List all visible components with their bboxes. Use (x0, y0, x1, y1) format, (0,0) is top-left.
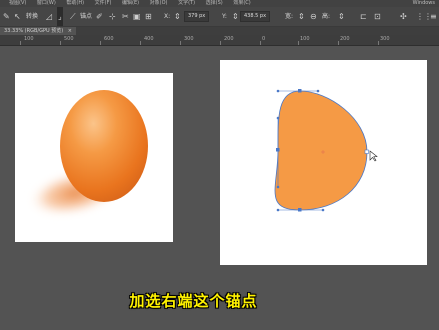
transform-label: 转换 (26, 13, 39, 20)
convert-corner-icon[interactable]: ⌟ (57, 7, 63, 26)
menu-item[interactable]: 选择(S) (206, 0, 223, 7)
egg-reference-image (27, 90, 148, 217)
x-field[interactable]: 379 px (184, 11, 210, 22)
document-tab-bar: 33.33% (RGB/GPU 预览) × (0, 27, 439, 35)
cursor-icon (369, 150, 378, 162)
ruler-tick-label: 100 (300, 36, 310, 42)
connect-icon[interactable]: ⊹ (109, 7, 116, 26)
workspace-label: Windows (412, 0, 435, 6)
anchor-label: 锚点 (80, 13, 93, 20)
reference-artboard[interactable] (15, 73, 173, 242)
ruler-tick-label: 300 (184, 36, 194, 42)
menu-item[interactable]: 对象(O) (150, 0, 168, 7)
remove-anchor-icon[interactable]: ✐ (96, 7, 103, 26)
ruler-tick-label: 500 (64, 36, 74, 42)
ruler-tick-label: 200 (224, 36, 234, 42)
y-label: Y: (222, 13, 227, 20)
handle-icon[interactable]: ⟋ (70, 7, 76, 26)
anchor-point-top (298, 89, 302, 93)
ruler-tick-label: 0 (262, 36, 266, 42)
ruler-tick-label: 200 (340, 36, 350, 42)
transform-icon[interactable]: ✣ (400, 7, 407, 26)
width-label: 宽: (285, 13, 294, 20)
ruler-tick-label: 100 (24, 36, 34, 42)
document-tab-label: 33.33% (RGB/GPU 预览) (4, 28, 64, 34)
menu-item[interactable]: 窗口(W) (37, 0, 56, 7)
mask-icon[interactable]: ▣ (133, 7, 141, 26)
height-label: 高: (322, 13, 331, 20)
menu-item[interactable]: 效果(C) (233, 0, 250, 7)
ruler-tick-label: 300 (380, 36, 390, 42)
y-field[interactable]: 438.5 px (240, 11, 271, 22)
x-label: X: (164, 13, 171, 20)
x-stepper-icon[interactable]: ⇕ (174, 7, 181, 26)
align-icon[interactable]: ⊞ (145, 7, 152, 26)
menu-item[interactable]: 视图(V) (9, 0, 26, 7)
anchor-point-bottom (298, 208, 302, 212)
close-icon[interactable]: × (68, 28, 72, 34)
options-bar: ✎ ↖ 转换 ◿ ⌟ ⟋ 锚点 ✐ ⊹ ✂ ▣ ⊞ X: ⇕ 379 px Y:… (0, 7, 439, 27)
horizontal-ruler: 100 500 600 400 300 200 0 100 200 300 (0, 35, 439, 46)
path-icon[interactable]: ✎ (3, 7, 10, 26)
egg-path-drawing (274, 89, 378, 212)
video-subtitle: 加选右端这个锚点 (129, 292, 258, 310)
menu-bar: 视图(V) 窗口(W) 帮助(H) 文件(F) 编辑(E) 对象(O) 文字(T… (0, 0, 439, 7)
anchor-point-right (364, 149, 369, 154)
isolate-icon[interactable]: ⊡ (374, 7, 381, 26)
menu-item[interactable]: 文字(T) (178, 0, 195, 7)
menu-item[interactable]: 编辑(E) (122, 0, 139, 7)
ruler-tick-label: 400 (144, 36, 154, 42)
egg-path (274, 90, 368, 211)
convert-smooth-icon[interactable]: ◿ (46, 7, 52, 26)
width-stepper-icon[interactable]: ⇕ (298, 7, 305, 26)
cut-path-icon[interactable]: ✂ (122, 7, 129, 26)
menu-icon[interactable]: ≡ (430, 7, 437, 26)
constrain-icon[interactable]: ⊏ (360, 7, 367, 26)
working-artboard[interactable] (220, 60, 427, 265)
y-stepper-icon[interactable]: ⇕ (232, 7, 239, 26)
link-icon[interactable]: ⊖ (310, 7, 317, 26)
anchor-point-left (276, 148, 280, 152)
ruler-tick-label: 600 (104, 36, 114, 42)
menu-item[interactable]: 文件(F) (95, 0, 112, 7)
menu-item[interactable]: 帮助(H) (66, 0, 84, 7)
height-stepper-icon[interactable]: ⇕ (338, 7, 345, 26)
document-tab[interactable]: 33.33% (RGB/GPU 预览) × (0, 27, 76, 35)
selection-arrow-icon[interactable]: ↖ (14, 7, 21, 26)
